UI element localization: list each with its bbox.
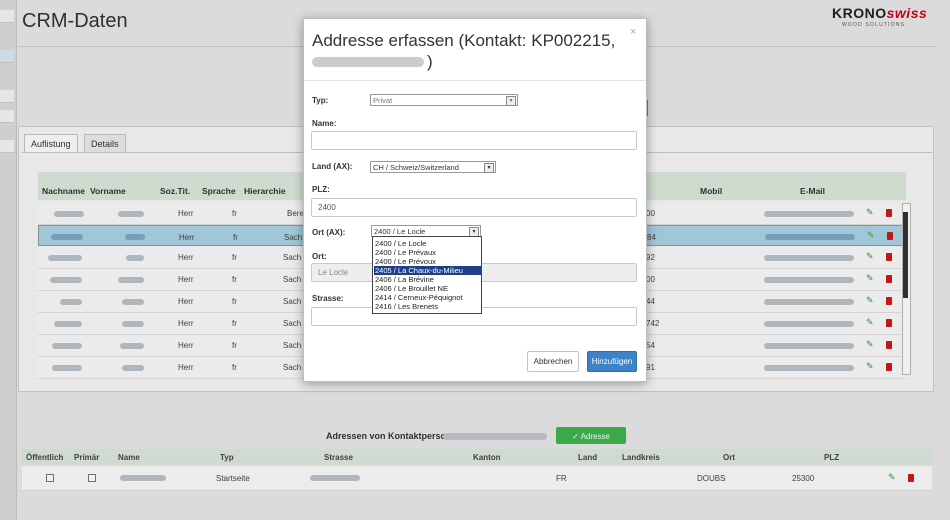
dialog-title: Addresse erfassen (Kontakt: KP002215, [312,31,616,50]
dropdown-option-highlighted[interactable]: 2405 / La Chaux-du-Milieu [374,266,481,275]
name-label: Name: [312,119,337,128]
ort-ax-label: Ort (AX): [312,228,346,237]
plz-label: PLZ: [312,185,330,194]
dropdown-option[interactable]: 2400 / Le Locle [374,239,481,248]
ort-dropdown-list: 2400 / Le Locle 2400 / Le Prévaux 2400 /… [372,236,482,314]
strasse-label: Strasse: [312,294,344,303]
dropdown-option[interactable]: 2416 / Les Brenets [374,302,481,311]
add-button[interactable]: Hinzufügen [587,351,637,372]
typ-label: Typ: [312,96,329,105]
land-label: Land (AX): [312,162,353,171]
redacted-contact-name [312,57,424,67]
dropdown-option[interactable]: 2400 / Le Prévaux [374,248,481,257]
ort-label: Ort: [312,252,327,261]
dropdown-option[interactable]: 2406 / La Brévine [374,275,481,284]
dialog-title-end: ) [427,52,433,71]
plz-input[interactable]: 2400 [311,198,637,217]
close-icon[interactable]: × [630,26,636,38]
chevron-down-icon: ▾ [506,96,516,106]
dropdown-option[interactable]: 2406 / Le Brouillet NE [374,284,481,293]
chevron-down-icon: ▾ [484,163,494,173]
dropdown-option[interactable]: 2400 / Le Prévoux [374,257,481,266]
typ-select[interactable]: Privat ▾ [370,94,518,106]
land-select[interactable]: CH / Schweiz/Switzerland ▾ [370,161,496,173]
dialog-divider [304,80,646,81]
cancel-button[interactable]: Abbrechen [527,351,579,372]
dropdown-option[interactable]: 2414 / Cerneux-Péquignot [374,293,481,302]
name-input[interactable] [311,131,637,150]
